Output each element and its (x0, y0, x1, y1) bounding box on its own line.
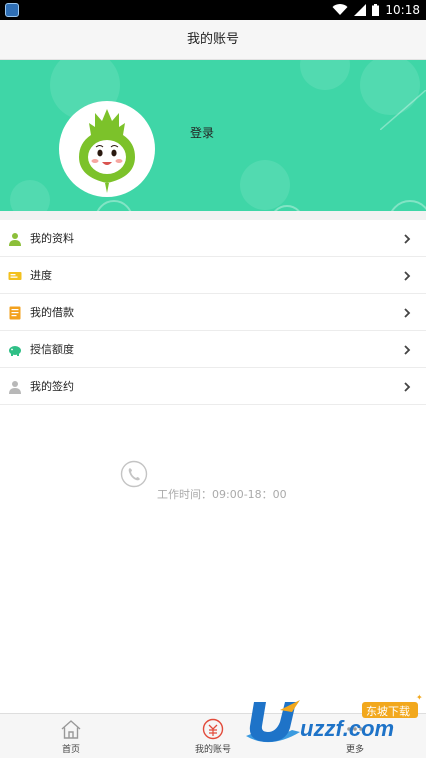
chevron-right-icon (404, 345, 411, 355)
menu-item-label: 我的签约 (30, 380, 74, 393)
service-hours: 工作时间：09:00-18：00 (120, 460, 320, 510)
status-time: 10:18 (385, 3, 420, 17)
decor-bubble (300, 60, 350, 90)
tab-home[interactable]: 首页 (0, 714, 142, 759)
chevron-right-icon (404, 382, 411, 392)
menu-item-my-profile[interactable]: 我的资料 (0, 220, 426, 257)
watermark-logo: uzzf.com 东坡下载 ✦ (246, 693, 423, 743)
menu-item-credit-limit[interactable]: 授信额度 (0, 331, 426, 368)
wifi-icon (332, 4, 348, 16)
ticket-icon (8, 272, 22, 280)
phone-icon[interactable] (120, 460, 148, 488)
piggy-bank-icon (9, 346, 21, 356)
watermark-badge: 东坡下载 (366, 705, 410, 718)
page-title: 我的账号 (186, 32, 239, 47)
chevron-right-icon (404, 234, 411, 244)
battery-icon (372, 4, 380, 16)
section-divider (0, 211, 426, 220)
top-bar: 我的账号 (0, 20, 426, 60)
person-icon (9, 233, 21, 246)
menu-item-label: 我的资料 (30, 232, 74, 245)
menu-item-label: 进度 (30, 269, 52, 282)
decor-streak (380, 90, 426, 130)
account-icon (202, 718, 224, 740)
document-icon (9, 306, 21, 320)
tab-label: 首页 (61, 745, 80, 755)
user-icon (9, 381, 21, 394)
avatar[interactable] (59, 101, 155, 197)
menu-item-my-loans[interactable]: 我的借款 (0, 294, 426, 331)
decor-bubble (10, 180, 50, 211)
svg-text:✦: ✦ (416, 693, 423, 702)
chevron-right-icon (404, 308, 411, 318)
status-bar: 10:18 (0, 0, 426, 20)
working-hours-text: 工作时间：09:00-18：00 (157, 488, 287, 501)
watermark-text: uzzf.com (300, 716, 394, 741)
chevron-right-icon (404, 271, 411, 281)
account-menu: 我的资料 进度 我的借款 授信额度 我的签约 (0, 220, 426, 405)
home-icon (61, 720, 81, 739)
menu-item-label: 授信额度 (30, 343, 74, 356)
menu-item-my-contracts[interactable]: 我的签约 (0, 368, 426, 405)
signal-icon (354, 4, 367, 16)
decor-ring (388, 200, 426, 211)
status-right: 10:18 (332, 2, 420, 18)
decor-bubble (240, 160, 290, 210)
decor-ring (95, 200, 133, 211)
menu-item-label: 我的借款 (30, 306, 74, 319)
menu-item-progress[interactable]: 进度 (0, 257, 426, 294)
mascot-avatar-icon (79, 109, 135, 193)
login-button[interactable]: 登录 (190, 124, 214, 141)
app-notification-icon (5, 3, 19, 17)
